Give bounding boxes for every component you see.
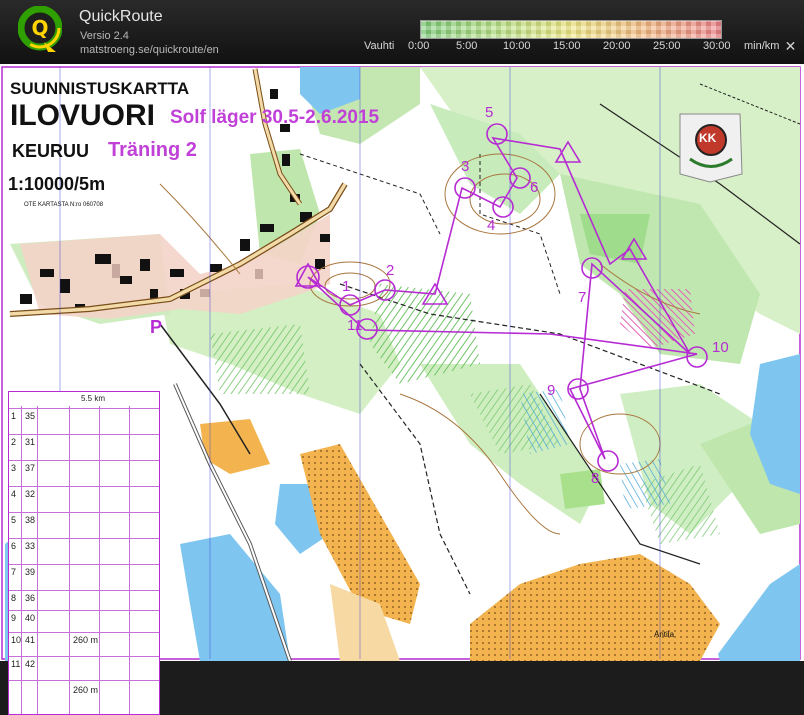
app-header: Q QuickRoute Versio 2.4 matstroeng.se/qu…: [0, 0, 804, 64]
desc-row: 6 33: [9, 538, 159, 556]
control-number: 10: [712, 339, 729, 356]
control-number: 11: [347, 317, 363, 334]
pace-color-scale: [420, 20, 722, 39]
control-number: 4: [487, 217, 496, 234]
pace-tick: 20:00: [603, 40, 631, 52]
finish-length: 260 m: [73, 685, 99, 695]
desc-header: 5.5 km: [9, 392, 159, 408]
control-number: 1: [342, 278, 351, 295]
control-number: 8: [591, 470, 600, 487]
control-number: 3: [461, 158, 470, 175]
desc-row: 3 37: [9, 460, 159, 478]
pace-tick: 15:00: [553, 40, 581, 52]
map-title-line1: SUUNNISTUSKARTTA: [10, 79, 190, 98]
control-number: 7: [578, 289, 587, 306]
desc-row: 2 31: [9, 434, 159, 452]
club-logo: [679, 113, 743, 183]
desc-row: 11 42: [9, 656, 159, 674]
map-title-line2: ILOVUORI: [10, 99, 156, 132]
pace-tick: 10:00: [503, 40, 531, 52]
control-description-sheet: 5.5 km 1 35 2 31 3 37 4 32 5 38 6 33 7 39 8 36 9…: [8, 391, 160, 715]
pace-tick: 30:00: [703, 40, 731, 52]
leg-length: 260 m: [73, 635, 99, 645]
pace-unit: min/km: [744, 40, 780, 52]
svg-text:Q: Q: [31, 16, 48, 40]
pace-tick: 0:00: [408, 40, 430, 52]
desc-row: 4 32: [9, 486, 159, 504]
map-scale: 1:10000/5m: [8, 174, 106, 194]
desc-row: 1 35: [9, 408, 159, 426]
pace-tick: 5:00: [456, 40, 478, 52]
event-title: Solf läger 30.5-2.6.2015: [170, 107, 380, 128]
orienteering-map[interactable]: SUUNNISTUSKARTTA ILOVUORI Solf läger 30.…: [0, 64, 804, 715]
pace-label: Vauhti: [364, 40, 395, 52]
parking-label: P: [150, 317, 163, 337]
training-title: Träning 2: [108, 139, 197, 161]
desc-row: 10 41 260 m: [9, 632, 159, 650]
map-title-line3: KEURUU: [12, 141, 90, 161]
control-number: 5: [485, 104, 494, 121]
pace-tick: 25:00: [653, 40, 681, 52]
control-number: 6: [530, 179, 539, 196]
app-version: Versio 2.4: [80, 30, 129, 42]
app-title: QuickRoute: [79, 8, 163, 25]
desc-row: 7 39: [9, 564, 159, 582]
desc-row: 5 38: [9, 512, 159, 530]
desc-row: 9 40: [9, 610, 159, 628]
club-logo-text: KK: [699, 131, 717, 145]
control-number: 9: [547, 382, 556, 399]
map-ref-number: OTE KARTASTA N:ro 060708: [24, 202, 104, 208]
control-number: 2: [386, 262, 395, 279]
close-icon[interactable]: ✕: [784, 39, 797, 53]
quickroute-logo-icon: Q: [18, 6, 62, 52]
desc-row: 8 36: [9, 590, 159, 608]
app-url[interactable]: matstroeng.se/quickroute/en: [80, 44, 219, 56]
desc-row-finish: 260 m: [9, 680, 159, 699]
course-length: 5.5 km: [81, 394, 106, 403]
place-label: Antila: [654, 630, 675, 639]
